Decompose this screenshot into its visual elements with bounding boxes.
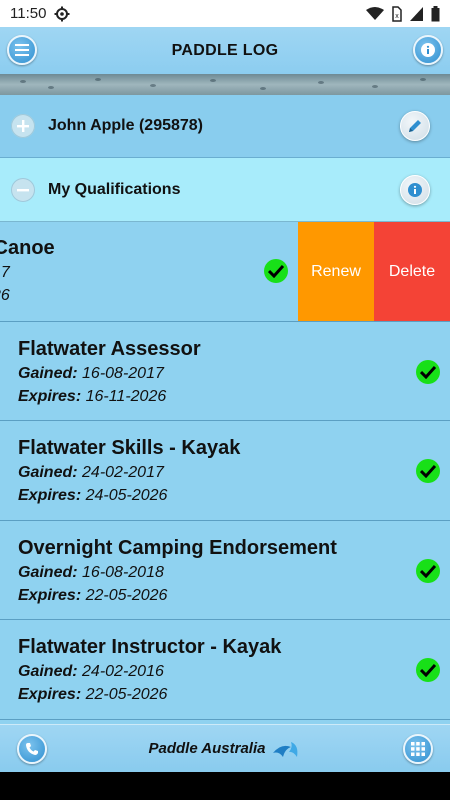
- checkmark-icon: [416, 558, 440, 583]
- footer: Paddle Australia: [0, 724, 450, 772]
- qualification-expires: Expires: 16-11-2026: [18, 387, 167, 405]
- checkmark-icon: [416, 459, 440, 483]
- status-icons: x: [366, 5, 440, 22]
- qualification-gained: Gained: 16-08-2018: [18, 563, 164, 581]
- plus-icon: [17, 120, 29, 132]
- signal-icon: [410, 6, 423, 21]
- qualification-expires: Expires: 22-05-2026: [18, 586, 168, 604]
- checkmark-icon: [264, 259, 288, 283]
- app-header: PADDLE LOG: [0, 27, 450, 74]
- qualification-expires: Expires: 22-05-2026: [18, 686, 168, 703]
- qualifications-info-button[interactable]: [400, 174, 430, 205]
- checkmark-icon: [416, 359, 440, 384]
- qualifications-list[interactable]: ructor - Canoe 17 26 Renew Delete Flatwa…: [0, 222, 450, 724]
- renew-button[interactable]: Renew: [298, 222, 374, 321]
- status-bar: 11:50 x: [0, 0, 450, 27]
- list-item[interactable]: Flatwater Instructor - Kayak Gained: 24-…: [0, 620, 450, 720]
- list-item-content: Flatwater Instructor - Kayak Gained: 24-…: [18, 634, 281, 706]
- qualification-gained: Gained: 24-02-2017: [18, 464, 164, 481]
- apps-button[interactable]: [403, 734, 433, 764]
- pencil-icon: [409, 120, 421, 132]
- list-item-content: Flatwater Skills - Kayak Gained: 24-02-2…: [18, 435, 240, 507]
- phone-icon: [26, 743, 38, 755]
- menu-button[interactable]: [7, 35, 37, 65]
- profile-name: John Apple (295878): [48, 117, 204, 134]
- delete-button[interactable]: Delete: [374, 222, 450, 321]
- svg-text:x: x: [395, 13, 399, 20]
- paddle-australia-logo: [273, 741, 298, 757]
- banner-image: [0, 74, 450, 95]
- hamburger-menu-icon: [15, 44, 29, 56]
- footer-brand: Paddle Australia: [148, 740, 266, 757]
- list-item[interactable]: Flatwater Skills - Kayak Gained: 24-02-2…: [0, 421, 450, 521]
- minus-icon: [17, 188, 29, 191]
- collapse-button[interactable]: [11, 177, 35, 202]
- status-time: 11:50: [10, 5, 47, 22]
- qualification-title: Flatwater Assessor: [18, 337, 201, 360]
- list-item-content: ructor - Canoe 17 26: [0, 235, 55, 307]
- grid-icon: [411, 742, 425, 756]
- info-icon: [421, 43, 435, 57]
- wifi-icon: [366, 6, 384, 20]
- phone-button[interactable]: [17, 734, 47, 764]
- qualification-title: Flatwater Instructor - Kayak: [18, 636, 282, 658]
- list-item-content: Overnight Camping Endorsement Gained: 16…: [18, 535, 337, 607]
- list-item[interactable]: Overnight Camping Endorsement Gained: 16…: [0, 520, 450, 620]
- list-item[interactable]: Flatwater Assessor Gained: 16-08-2017 Ex…: [0, 321, 450, 421]
- qualification-gained: Gained: 16-08-2017: [18, 364, 164, 382]
- qualification-title: Flatwater Skills - Kayak: [18, 437, 241, 459]
- expand-button[interactable]: [11, 114, 35, 138]
- qualification-title: ructor - Canoe: [0, 237, 55, 259]
- sim-icon: x: [392, 5, 402, 22]
- info-icon: [408, 182, 422, 197]
- qualification-expires: 26: [0, 287, 10, 304]
- qualifications-header[interactable]: My Qualifications: [0, 158, 450, 222]
- list-item-content: Flatwater Assessor Gained: 16-08-2017 Ex…: [18, 336, 201, 408]
- info-button[interactable]: [413, 35, 443, 65]
- battery-icon: [431, 5, 440, 21]
- profile-row[interactable]: John Apple (295878): [0, 95, 450, 158]
- qualification-gained: 17: [0, 264, 10, 281]
- qualification-expires: Expires: 24-05-2026: [18, 487, 168, 504]
- page-title: PADDLE LOG: [171, 41, 279, 59]
- checkmark-icon: [416, 658, 440, 682]
- qualification-gained: Gained: 24-02-2016: [18, 663, 164, 680]
- settings-gear-icon: [54, 6, 70, 21]
- edit-profile-button[interactable]: [400, 111, 430, 141]
- qualification-title: Overnight Camping Endorsement: [18, 536, 337, 559]
- list-item-swiped[interactable]: ructor - Canoe 17 26 Renew Delete: [0, 222, 450, 322]
- qualifications-label: My Qualifications: [48, 180, 181, 198]
- system-nav-bar: [0, 772, 450, 800]
